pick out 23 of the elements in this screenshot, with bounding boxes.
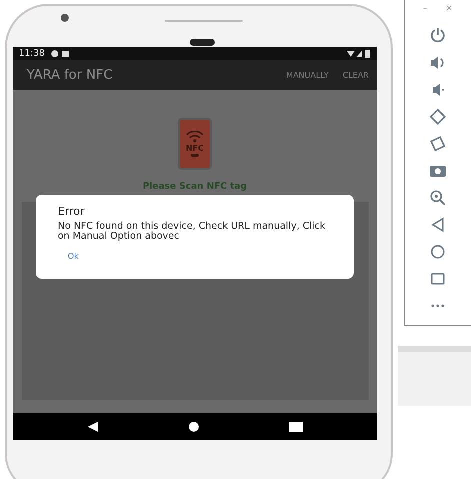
status-time: 11:38 xyxy=(19,48,45,58)
zoom-icon[interactable] xyxy=(429,189,447,207)
volume-up-icon[interactable] xyxy=(429,54,447,72)
overview-icon[interactable] xyxy=(288,422,303,432)
app-bar-action[interactable]: CLEAR xyxy=(342,70,369,80)
nfc-phone-icon: NFC xyxy=(178,118,212,170)
dialog-title: Error xyxy=(58,205,85,218)
ok-button[interactable]: Ok xyxy=(68,252,79,261)
rotate-right-icon[interactable] xyxy=(429,135,447,153)
camera-lens xyxy=(61,14,69,22)
home-icon[interactable] xyxy=(188,420,200,432)
app-title: YARA for NFC xyxy=(27,68,114,82)
dialog-message: No NFC found on this device, Check URL manually, Click on Manual Option abovec xyxy=(58,222,326,242)
window-control[interactable]: – xyxy=(422,4,428,14)
scan-message: Please Scan NFC tag xyxy=(142,182,248,192)
earpiece xyxy=(190,39,215,46)
app-bar-action[interactable]: MANUALLY xyxy=(286,70,329,80)
notification-icons xyxy=(50,50,71,58)
window-control[interactable]: × xyxy=(445,4,454,14)
back-icon[interactable] xyxy=(87,420,100,432)
rotate-left-icon[interactable] xyxy=(429,108,447,126)
signal-battery-icons xyxy=(347,50,371,58)
power-icon[interactable] xyxy=(429,27,447,45)
